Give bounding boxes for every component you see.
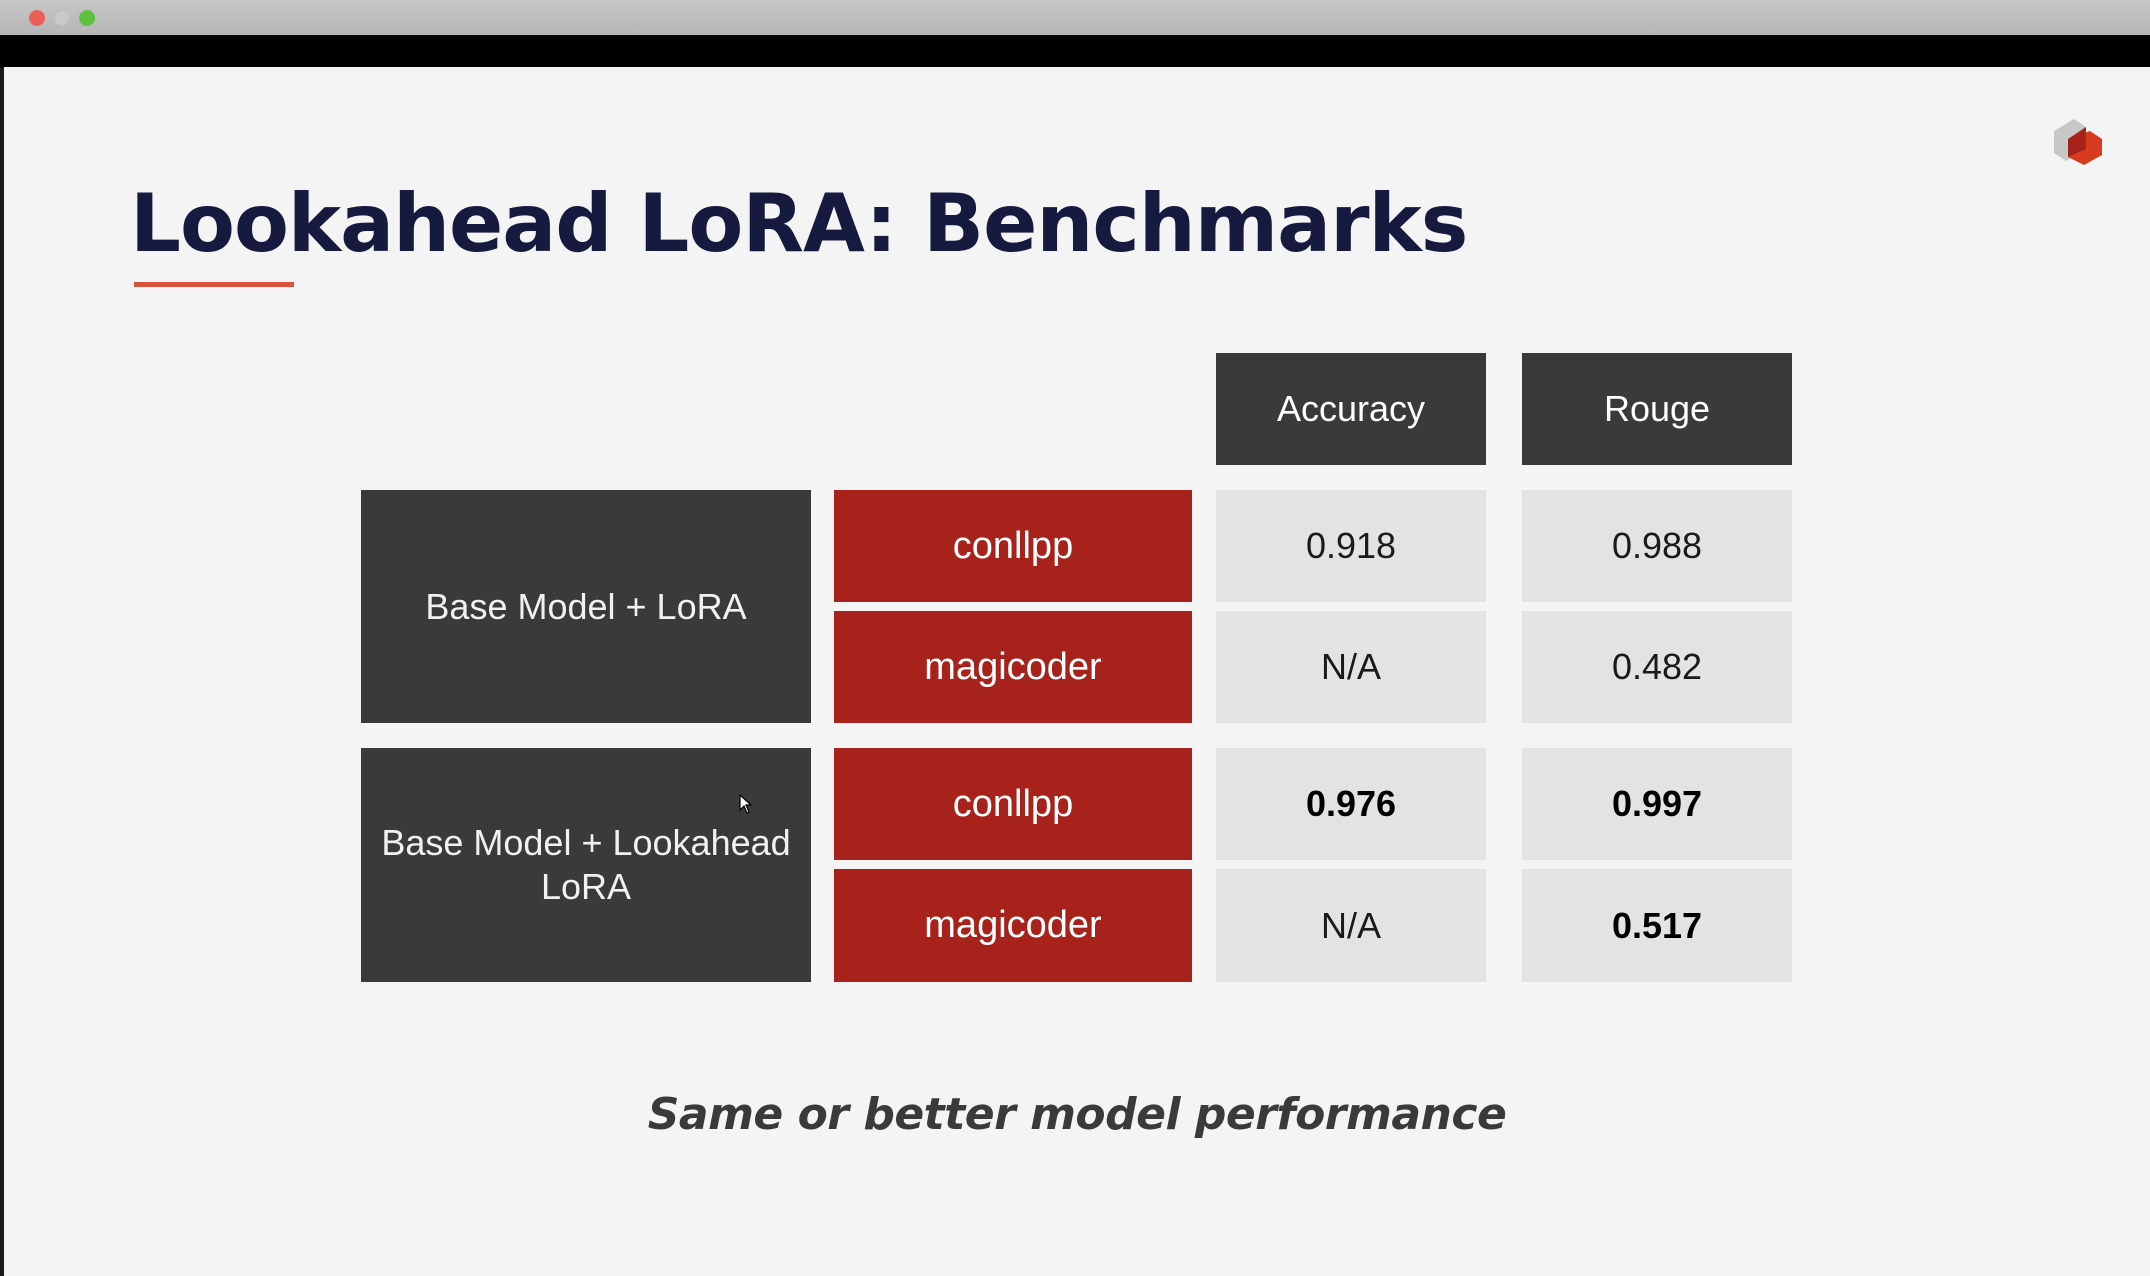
column-header-rouge: Rouge	[1522, 353, 1792, 465]
dataset-cell: conllpp	[834, 490, 1192, 602]
presentation-window: Lookahead LoRA: Benchmarks Accuracy Roug…	[0, 0, 2150, 1276]
maximize-window-button[interactable]	[79, 10, 95, 26]
mouse-cursor-icon	[739, 794, 753, 814]
column-header-accuracy: Accuracy	[1216, 353, 1486, 465]
slide-title: Lookahead LoRA: Benchmarks	[130, 177, 1468, 270]
rouge-value: 0.988	[1522, 490, 1792, 602]
close-window-button[interactable]	[29, 10, 45, 26]
toolbar-strip	[0, 35, 2150, 67]
group-label-base-lora: Base Model + LoRA	[361, 490, 811, 723]
minimize-window-button[interactable]	[54, 10, 70, 26]
accuracy-value: 0.918	[1216, 490, 1486, 602]
rouge-value: 0.517	[1522, 869, 1792, 982]
slide: Lookahead LoRA: Benchmarks Accuracy Roug…	[4, 67, 2150, 1276]
dataset-cell: magicoder	[834, 869, 1192, 982]
group-label-base-lookahead-lora: Base Model + Lookahead LoRA	[361, 748, 811, 982]
accuracy-value: N/A	[1216, 869, 1486, 982]
accuracy-value: 0.976	[1216, 748, 1486, 860]
dataset-cell: magicoder	[834, 611, 1192, 723]
rouge-value: 0.482	[1522, 611, 1792, 723]
title-underline	[134, 282, 294, 287]
slide-caption: Same or better model performance	[647, 1089, 1507, 1140]
brand-logo-icon	[2054, 119, 2102, 165]
rouge-value: 0.997	[1522, 748, 1792, 860]
window-titlebar	[0, 0, 2150, 35]
accuracy-value: N/A	[1216, 611, 1486, 723]
dataset-cell: conllpp	[834, 748, 1192, 860]
